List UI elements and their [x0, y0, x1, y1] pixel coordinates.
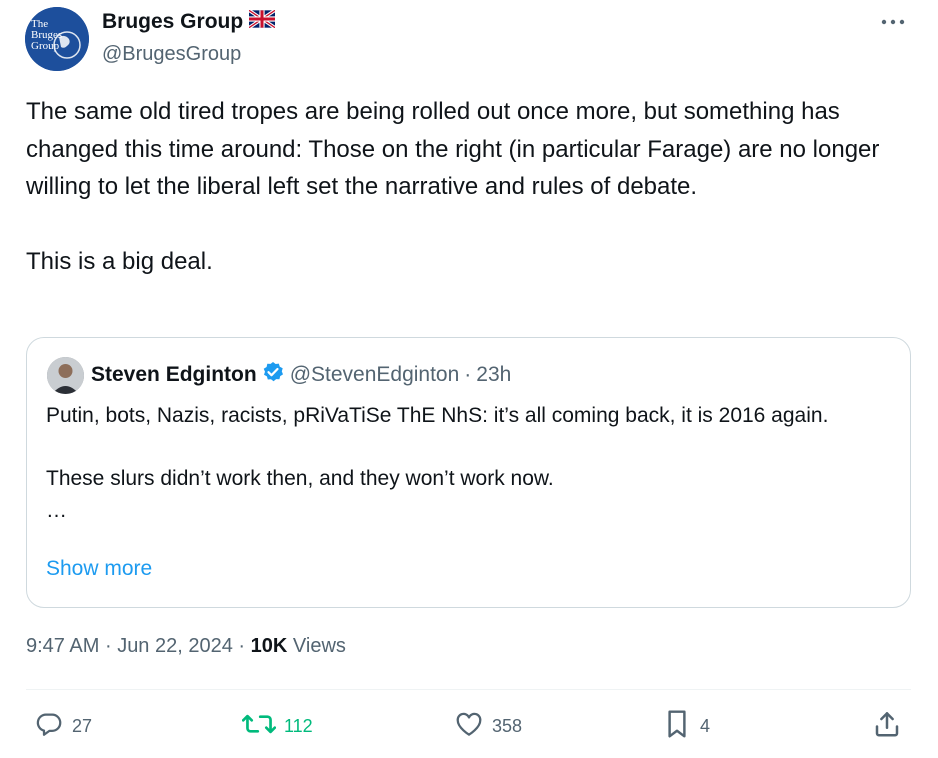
repost-icon: [241, 709, 277, 744]
quote-author-handle[interactable]: @StevenEdginton: [290, 363, 460, 387]
reply-button[interactable]: 27: [34, 708, 92, 744]
show-more-link[interactable]: Show more: [46, 557, 152, 581]
author-avatar[interactable]: The Bruges Group: [25, 7, 89, 71]
author-handle[interactable]: @BrugesGroup: [102, 43, 241, 66]
quote-header: Steven Edginton @StevenEdginton · 23h: [91, 361, 511, 389]
verified-icon: [262, 361, 284, 389]
quote-time[interactable]: 23h: [476, 363, 511, 387]
like-icon: [454, 709, 484, 744]
bookmark-button[interactable]: 4: [662, 708, 710, 744]
bookmark-count: 4: [700, 715, 711, 736]
author-name-label: Bruges Group: [102, 10, 244, 33]
meta-separator: ·: [238, 635, 246, 657]
reply-count: 27: [72, 715, 93, 736]
uk-flag-icon: [248, 8, 277, 34]
quote-author-name[interactable]: Steven Edginton: [91, 363, 257, 387]
avatar-logo-text: The Bruges Group: [31, 18, 63, 52]
views-label: Views: [292, 635, 346, 657]
share-button[interactable]: [872, 708, 902, 744]
divider: [26, 689, 911, 690]
tweet-meta: 9:47 AM · Jun 22, 2024 · 10K Views: [26, 635, 346, 658]
tweet-date[interactable]: Jun 22, 2024: [117, 635, 233, 657]
repost-count: 112: [284, 715, 313, 736]
quoted-tweet[interactable]: Steven Edginton @StevenEdginton · 23h Pu…: [26, 337, 911, 608]
bookmark-icon: [662, 708, 692, 745]
like-button[interactable]: 358: [454, 708, 522, 744]
quote-text: Putin, bots, Nazis, racists, pRiVaTiSe T…: [46, 404, 829, 522]
reply-icon: [34, 709, 64, 744]
share-icon: [872, 709, 902, 744]
repost-button[interactable]: 112: [241, 708, 313, 744]
tweet-time[interactable]: 9:47 AM: [26, 635, 99, 657]
tweet-text: The same old tired tropes are being roll…: [26, 98, 880, 275]
quote-author-avatar: [47, 357, 84, 394]
like-count: 358: [492, 715, 523, 736]
more-icon[interactable]: [880, 12, 906, 38]
author-name[interactable]: Bruges Group: [102, 8, 277, 34]
views-count: 10K: [250, 635, 288, 657]
meta-separator: ·: [104, 635, 112, 657]
quote-separator: ·: [464, 363, 472, 386]
